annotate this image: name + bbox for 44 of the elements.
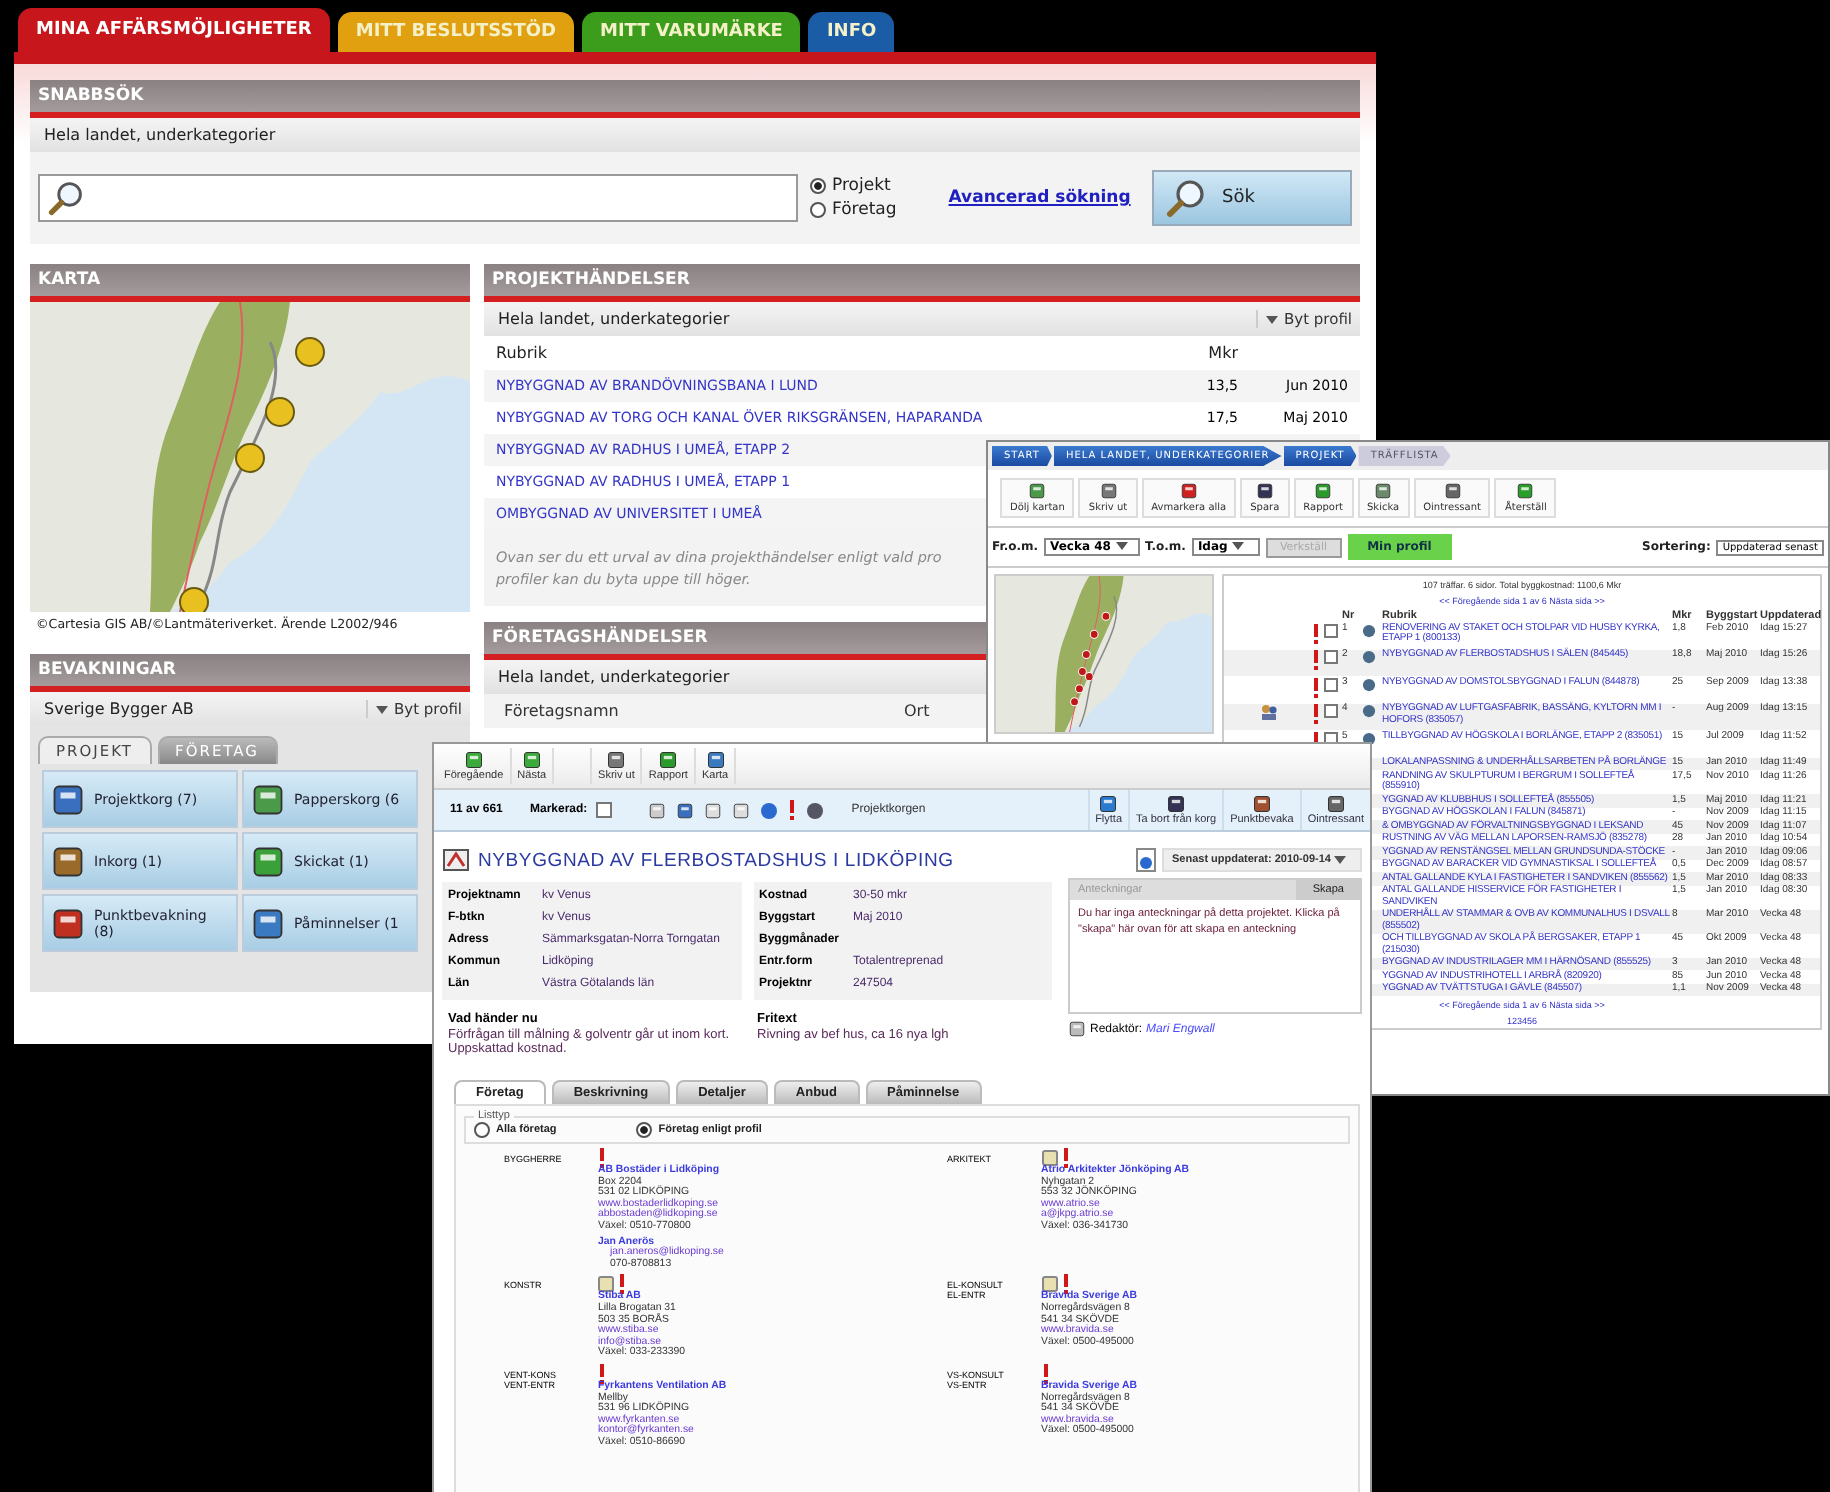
exclamation-icon	[787, 800, 796, 820]
search-button[interactable]: Sök	[1152, 170, 1352, 226]
project-title: NYBYGGNAD AV FLERBOSTADSHUS I LIDKÖPING	[478, 849, 954, 871]
document-info-icon	[1135, 848, 1156, 872]
radio-option[interactable]: Projekt	[810, 176, 897, 196]
caret-icon	[1231, 542, 1244, 551]
column-header: Ort	[904, 702, 930, 721]
search-field[interactable]	[38, 174, 798, 222]
caret-icon	[1266, 315, 1279, 324]
column-header: Företagsnamn	[504, 702, 621, 721]
exclamation-icon	[1312, 650, 1320, 671]
panel-header: KARTA	[30, 264, 470, 302]
checkbox[interactable]	[1324, 650, 1338, 665]
exclamation-icon	[1041, 1363, 1049, 1384]
exclamation-icon	[598, 1148, 606, 1168]
building-sign-icon	[442, 848, 470, 872]
exclamation-icon	[1312, 704, 1320, 725]
scope-label: Hela landet, underkategorier	[498, 668, 730, 687]
people-icon	[1259, 704, 1277, 721]
checkbox[interactable]	[595, 802, 612, 818]
checkbox[interactable]	[1324, 704, 1338, 719]
checkbox[interactable]	[1324, 623, 1338, 638]
caret-icon	[376, 705, 389, 714]
search-icon	[48, 180, 84, 216]
main-tab[interactable]: INFO	[808, 12, 895, 52]
exclamation-icon	[1312, 677, 1320, 698]
search-icon	[1166, 178, 1206, 218]
main-tab[interactable]: MINA AFFÄRSMÖJLIGHETER	[18, 8, 330, 52]
panel-header: SNABBSÖK	[30, 80, 1360, 118]
scope-label: Hela landet, underkategorier	[498, 310, 730, 328]
radio-option[interactable]: Företag	[810, 200, 897, 220]
column-header: Rubrik	[496, 344, 547, 362]
exclamation-icon	[1312, 623, 1320, 644]
panel-header: PROJEKTHÄNDELSER	[484, 264, 1360, 302]
column-header: Mkr	[1206, 344, 1238, 362]
info-icon	[759, 801, 778, 819]
caret-icon	[1334, 855, 1346, 864]
checkbox[interactable]	[1324, 677, 1338, 692]
exclamation-icon	[1061, 1148, 1069, 1168]
advanced-search-link[interactable]: Avancerad sökning	[948, 188, 1131, 208]
exclamation-icon	[598, 1363, 606, 1384]
profile-name: Sverige Bygger AB	[44, 700, 194, 718]
caret-icon	[1115, 542, 1128, 551]
panel-header: BEVAKNINGAR	[30, 654, 470, 692]
